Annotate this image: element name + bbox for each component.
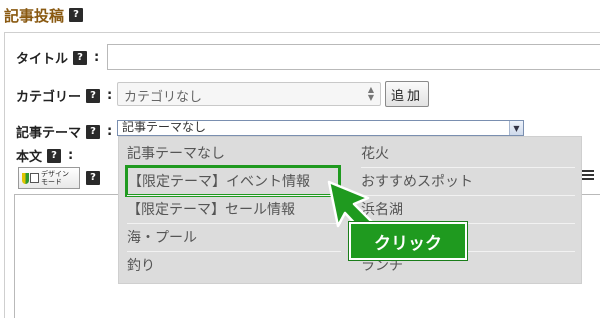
dropdown-option-highlighted[interactable]: 【限定テーマ】イベント情報 bbox=[125, 165, 341, 197]
dropdown-option[interactable]: 釣り bbox=[127, 252, 341, 278]
help-icon[interactable]: ? bbox=[47, 148, 62, 163]
dropdown-option[interactable]: おすすめスポット bbox=[361, 168, 575, 194]
colon: : bbox=[94, 50, 100, 65]
dropdown-option[interactable]: 海・プール bbox=[127, 224, 341, 250]
section-title: 記事投稿 bbox=[4, 6, 65, 25]
category-select[interactable]: カテゴリなし ▲ ▼ bbox=[117, 82, 381, 106]
colon: : bbox=[68, 148, 74, 163]
dropdown-option[interactable]: 記事テーマなし bbox=[127, 140, 341, 166]
category-label-row: カテゴリー ? : bbox=[16, 86, 112, 105]
editor-toolbar: デザイン モード ? bbox=[18, 167, 100, 189]
dropdown-option[interactable]: 【限定テーマ】セール情報 bbox=[127, 196, 341, 222]
category-label: カテゴリー bbox=[16, 90, 82, 105]
help-icon[interactable]: ? bbox=[86, 88, 101, 103]
justify-icon[interactable] bbox=[580, 170, 594, 184]
add-category-button[interactable]: 追加 bbox=[385, 81, 429, 107]
theme-label: 記事テーマ bbox=[16, 126, 82, 141]
colon: : bbox=[107, 124, 113, 139]
section-heading: 記事投稿 ? bbox=[4, 3, 84, 27]
theme-selected-value: 記事テーマなし bbox=[122, 120, 207, 134]
design-mode-button[interactable]: デザイン モード bbox=[18, 167, 80, 189]
click-callout: クリック bbox=[349, 222, 467, 260]
help-icon[interactable]: ? bbox=[69, 8, 84, 22]
title-label-row: タイトル ? : bbox=[16, 48, 99, 67]
leaf-icon bbox=[22, 173, 29, 184]
theme-select[interactable]: 記事テーマなし ▼ bbox=[117, 120, 524, 136]
dropdown-option[interactable]: 花火 bbox=[361, 140, 575, 166]
body-label-row: 本文 ? : bbox=[16, 146, 73, 165]
theme-label-row: 記事テーマ ? : bbox=[16, 122, 112, 141]
category-selected-value: カテゴリなし bbox=[124, 90, 203, 105]
chevron-down-icon[interactable]: ▼ bbox=[509, 121, 523, 135]
colon: : bbox=[107, 88, 113, 103]
title-input[interactable] bbox=[107, 44, 600, 70]
body-label: 本文 bbox=[16, 150, 43, 165]
help-icon[interactable]: ? bbox=[86, 124, 101, 139]
help-icon[interactable]: ? bbox=[73, 50, 88, 65]
checkbox-icon bbox=[30, 173, 39, 183]
title-label: タイトル bbox=[16, 52, 69, 67]
dropdown-option[interactable]: 浜名湖 bbox=[361, 196, 575, 222]
updown-arrows-icon: ▲ ▼ bbox=[367, 85, 374, 102]
help-icon[interactable]: ? bbox=[86, 171, 100, 185]
design-mode-label: デザイン モード bbox=[41, 170, 69, 186]
